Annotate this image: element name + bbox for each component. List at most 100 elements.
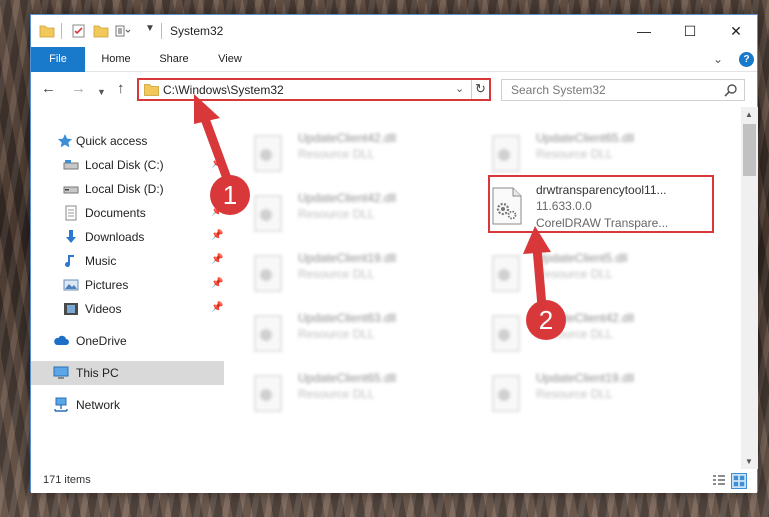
- close-button[interactable]: ✕: [713, 15, 759, 47]
- search-icon[interactable]: [724, 83, 738, 97]
- list-item[interactable]: UpdateClient65.dll Resource DLL: [490, 127, 720, 181]
- file-name: UpdateClient19.dll: [298, 251, 397, 265]
- nav-item-documents[interactable]: Documents 📌: [31, 201, 224, 225]
- dll-file-icon: [492, 135, 520, 172]
- step-marker-2: 2: [526, 300, 566, 340]
- large-icons-view-icon[interactable]: [731, 473, 747, 489]
- expand-ribbon-icon[interactable]: ⌄: [713, 52, 723, 66]
- new-folder-icon[interactable]: [93, 24, 109, 38]
- recent-locations-button[interactable]: ▼: [97, 84, 106, 100]
- back-button[interactable]: ←: [41, 81, 56, 97]
- search-input[interactable]: Search System32: [511, 83, 606, 97]
- drive-icon: [63, 186, 79, 194]
- nav-label: OneDrive: [76, 334, 127, 348]
- list-item[interactable]: UpdateClient19.dll Resource DLL: [490, 367, 720, 421]
- music-icon: [65, 255, 74, 268]
- refresh-icon[interactable]: ↻: [475, 81, 486, 97]
- status-bar: 171 items: [31, 469, 757, 493]
- file-name: UpdateClient42.dll: [298, 191, 397, 205]
- forward-button[interactable]: →: [71, 81, 86, 97]
- nav-label: Music: [85, 254, 117, 268]
- videos-icon: [64, 303, 78, 315]
- scroll-up-icon[interactable]: ▲: [745, 110, 753, 119]
- dll-file-icon: [492, 375, 520, 412]
- title-separator: [161, 23, 162, 39]
- pin-icon[interactable]: 📌: [211, 278, 223, 289]
- address-dropdown-icon[interactable]: ⌄: [455, 82, 464, 95]
- file-type: Resource DLL: [298, 267, 375, 281]
- pin-icon[interactable]: 📌: [211, 230, 223, 241]
- nav-label: Local Disk (D:): [85, 182, 164, 196]
- search-box[interactable]: Search System32: [501, 79, 745, 101]
- drive-icon: [63, 160, 79, 170]
- file-name: UpdateClient42.dll: [298, 131, 397, 145]
- file-name: UpdateClient65.dll: [536, 131, 635, 145]
- list-item[interactable]: UpdateClient63.dll Resource DLL: [252, 307, 482, 361]
- customize-toolbar-icon[interactable]: ▼: [145, 23, 155, 34]
- window-title: System32: [170, 24, 224, 38]
- file-name: UpdateClient65.dll: [298, 371, 397, 385]
- tab-view[interactable]: View: [207, 47, 253, 72]
- nav-label: This PC: [76, 366, 119, 380]
- nav-label: Pictures: [85, 278, 129, 292]
- folder-icon: [144, 84, 159, 96]
- file-explorer-window: ▼ System32 — ☐ ✕ File Home Share View ⌄ …: [30, 14, 758, 493]
- file-type: Resource DLL: [298, 147, 375, 161]
- nav-item-network[interactable]: Network: [31, 393, 224, 417]
- scroll-thumb[interactable]: [743, 124, 756, 176]
- nav-item-this-pc[interactable]: This PC: [31, 361, 224, 385]
- address-separator: [471, 80, 472, 99]
- list-item[interactable]: UpdateClient19.dll Resource DLL: [252, 247, 482, 301]
- pictures-icon: [63, 279, 79, 291]
- rename-icon[interactable]: [115, 24, 131, 38]
- nav-item-music[interactable]: Music 📌: [31, 249, 224, 273]
- maximize-button[interactable]: ☐: [667, 15, 713, 47]
- nav-item-downloads[interactable]: Downloads 📌: [31, 225, 224, 249]
- nav-label: Downloads: [85, 230, 145, 244]
- help-icon[interactable]: ?: [739, 52, 754, 67]
- tab-share[interactable]: Share: [151, 47, 197, 72]
- download-icon: [66, 230, 76, 243]
- cloud-icon: [54, 335, 69, 345]
- dll-file-icon: [254, 255, 282, 292]
- dll-file-icon: [254, 315, 282, 352]
- documents-icon: [65, 205, 77, 221]
- nav-item-pictures[interactable]: Pictures 📌: [31, 273, 224, 297]
- nav-label: Local Disk (C:): [85, 158, 164, 172]
- tab-home[interactable]: Home: [93, 47, 139, 72]
- file-type: Resource DLL: [298, 207, 375, 221]
- ribbon: File Home Share View ⌄ ?: [31, 47, 757, 72]
- properties-icon[interactable]: [71, 24, 87, 38]
- up-button[interactable]: ↑: [117, 81, 125, 97]
- nav-item-videos[interactable]: Videos 📌: [31, 297, 224, 321]
- list-item[interactable]: UpdateClient65.dll Resource DLL: [252, 367, 482, 421]
- file-type: Resource DLL: [536, 387, 613, 401]
- details-view-icon[interactable]: [711, 473, 727, 489]
- nav-label: Documents: [85, 206, 146, 220]
- folder-icon[interactable]: [39, 24, 55, 38]
- network-icon: [54, 397, 68, 412]
- tab-file[interactable]: File: [31, 47, 85, 72]
- file-type: Resource DLL: [536, 147, 613, 161]
- quick-access-separator: [61, 23, 62, 39]
- pin-icon[interactable]: 📌: [211, 254, 223, 265]
- file-name: UpdateClient63.dll: [298, 311, 397, 325]
- vertical-scrollbar[interactable]: ▲ ▼: [741, 107, 758, 469]
- minimize-button[interactable]: —: [621, 15, 667, 47]
- scroll-down-icon[interactable]: ▼: [745, 457, 753, 466]
- pin-icon[interactable]: 📌: [211, 302, 223, 313]
- file-name: UpdateClient19.dll: [536, 371, 635, 385]
- title-bar: ▼ System32 — ☐ ✕: [31, 15, 757, 47]
- item-count: 171 items: [43, 474, 91, 486]
- file-type: Resource DLL: [298, 327, 375, 341]
- list-item[interactable]: UpdateClient42.dll Resource DLL: [252, 187, 482, 241]
- computer-icon: [53, 366, 69, 379]
- nav-label: Videos: [85, 302, 122, 316]
- step-marker-1: 1: [210, 175, 250, 215]
- nav-label: Quick access: [76, 134, 148, 148]
- file-type: Resource DLL: [298, 387, 375, 401]
- list-item[interactable]: UpdateClient42.dll Resource DLL: [252, 127, 482, 181]
- dll-file-icon: [254, 375, 282, 412]
- star-icon: [57, 134, 73, 148]
- nav-item-onedrive[interactable]: OneDrive: [31, 329, 224, 353]
